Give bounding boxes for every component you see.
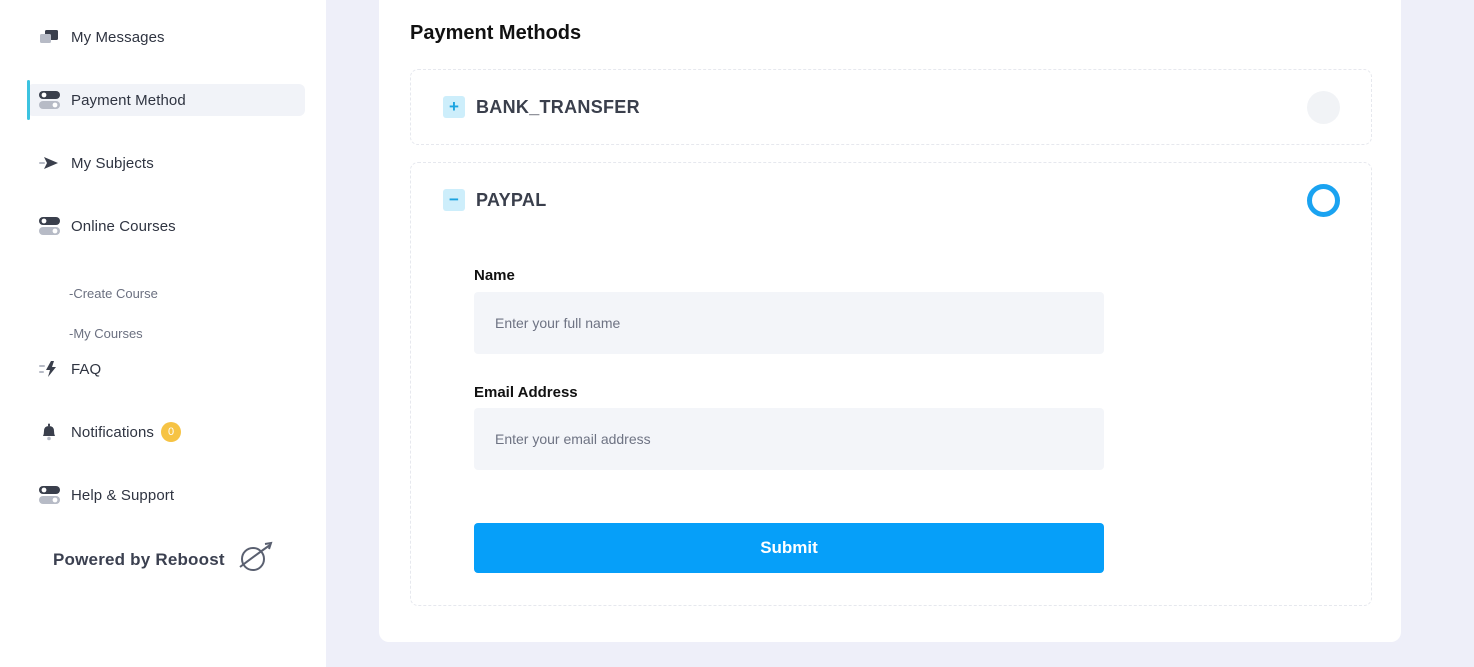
submit-button[interactable]: Submit <box>474 523 1104 573</box>
lightning-icon <box>39 359 61 379</box>
sidebar-item-help-support[interactable]: Help & Support <box>27 479 305 511</box>
sidebar-item-label: Notifications <box>71 423 155 441</box>
toggle-icon <box>39 216 61 236</box>
sidebar-item-label: Help & Support <box>71 486 175 504</box>
payment-method-name: PAYPAL <box>476 189 547 210</box>
email-label: Email Address <box>474 384 578 401</box>
messages-icon <box>39 27 61 47</box>
sidebar-item-faq[interactable]: FAQ <box>27 353 305 385</box>
sidebar-item-label: Online Courses <box>71 217 176 235</box>
sidebar-item-online-courses[interactable]: Online Courses <box>27 210 305 242</box>
payment-methods-panel: Payment Methods + BANK_TRANSFER − PAYPAL… <box>379 0 1401 642</box>
reboost-logo-icon <box>237 541 273 578</box>
radio-bank-transfer[interactable] <box>1307 90 1340 124</box>
powered-by: Powered by Reboost <box>53 541 273 578</box>
email-input[interactable] <box>474 408 1104 470</box>
radio-paypal[interactable] <box>1307 183 1340 217</box>
scrollbar[interactable] <box>1462 0 1474 667</box>
toggle-icon <box>39 90 61 110</box>
collapse-icon[interactable]: − <box>443 189 465 211</box>
bell-icon <box>39 422 61 442</box>
expand-icon[interactable]: + <box>443 96 465 118</box>
toggle-icon <box>39 485 61 505</box>
page-title: Payment Methods <box>410 22 582 44</box>
powered-by-text: Powered by Reboost <box>53 549 225 569</box>
payment-method-bank-transfer: + BANK_TRANSFER <box>410 69 1372 145</box>
name-label: Name <box>474 267 515 284</box>
sidebar-item-label: FAQ <box>71 360 102 378</box>
payment-method-name: BANK_TRANSFER <box>476 96 640 117</box>
sidebar-item-label: My Messages <box>71 28 165 46</box>
sidebar: My Messages Payment Method My Subjects O… <box>0 0 326 667</box>
accordion-header-bank-transfer[interactable]: + BANK_TRANSFER <box>411 70 1371 144</box>
sidebar-item-my-messages[interactable]: My Messages <box>27 21 305 53</box>
sidebar-subitem-create-course[interactable]: -Create Course <box>69 286 158 301</box>
payment-method-paypal: − PAYPAL Name Email Address Submit <box>410 162 1372 606</box>
sidebar-subitem-my-courses[interactable]: -My Courses <box>69 326 143 341</box>
accordion-header-paypal[interactable]: − PAYPAL <box>411 163 1371 237</box>
sidebar-item-label: Payment Method <box>71 91 186 109</box>
sidebar-item-notifications[interactable]: Notifications 0 <box>27 416 305 448</box>
sidebar-item-payment-method[interactable]: Payment Method <box>27 80 305 120</box>
send-icon <box>39 153 61 173</box>
sidebar-item-label: My Subjects <box>71 154 154 172</box>
sidebar-item-my-subjects[interactable]: My Subjects <box>27 147 305 179</box>
name-input[interactable] <box>474 292 1104 354</box>
notification-count-badge: 0 <box>161 422 182 442</box>
